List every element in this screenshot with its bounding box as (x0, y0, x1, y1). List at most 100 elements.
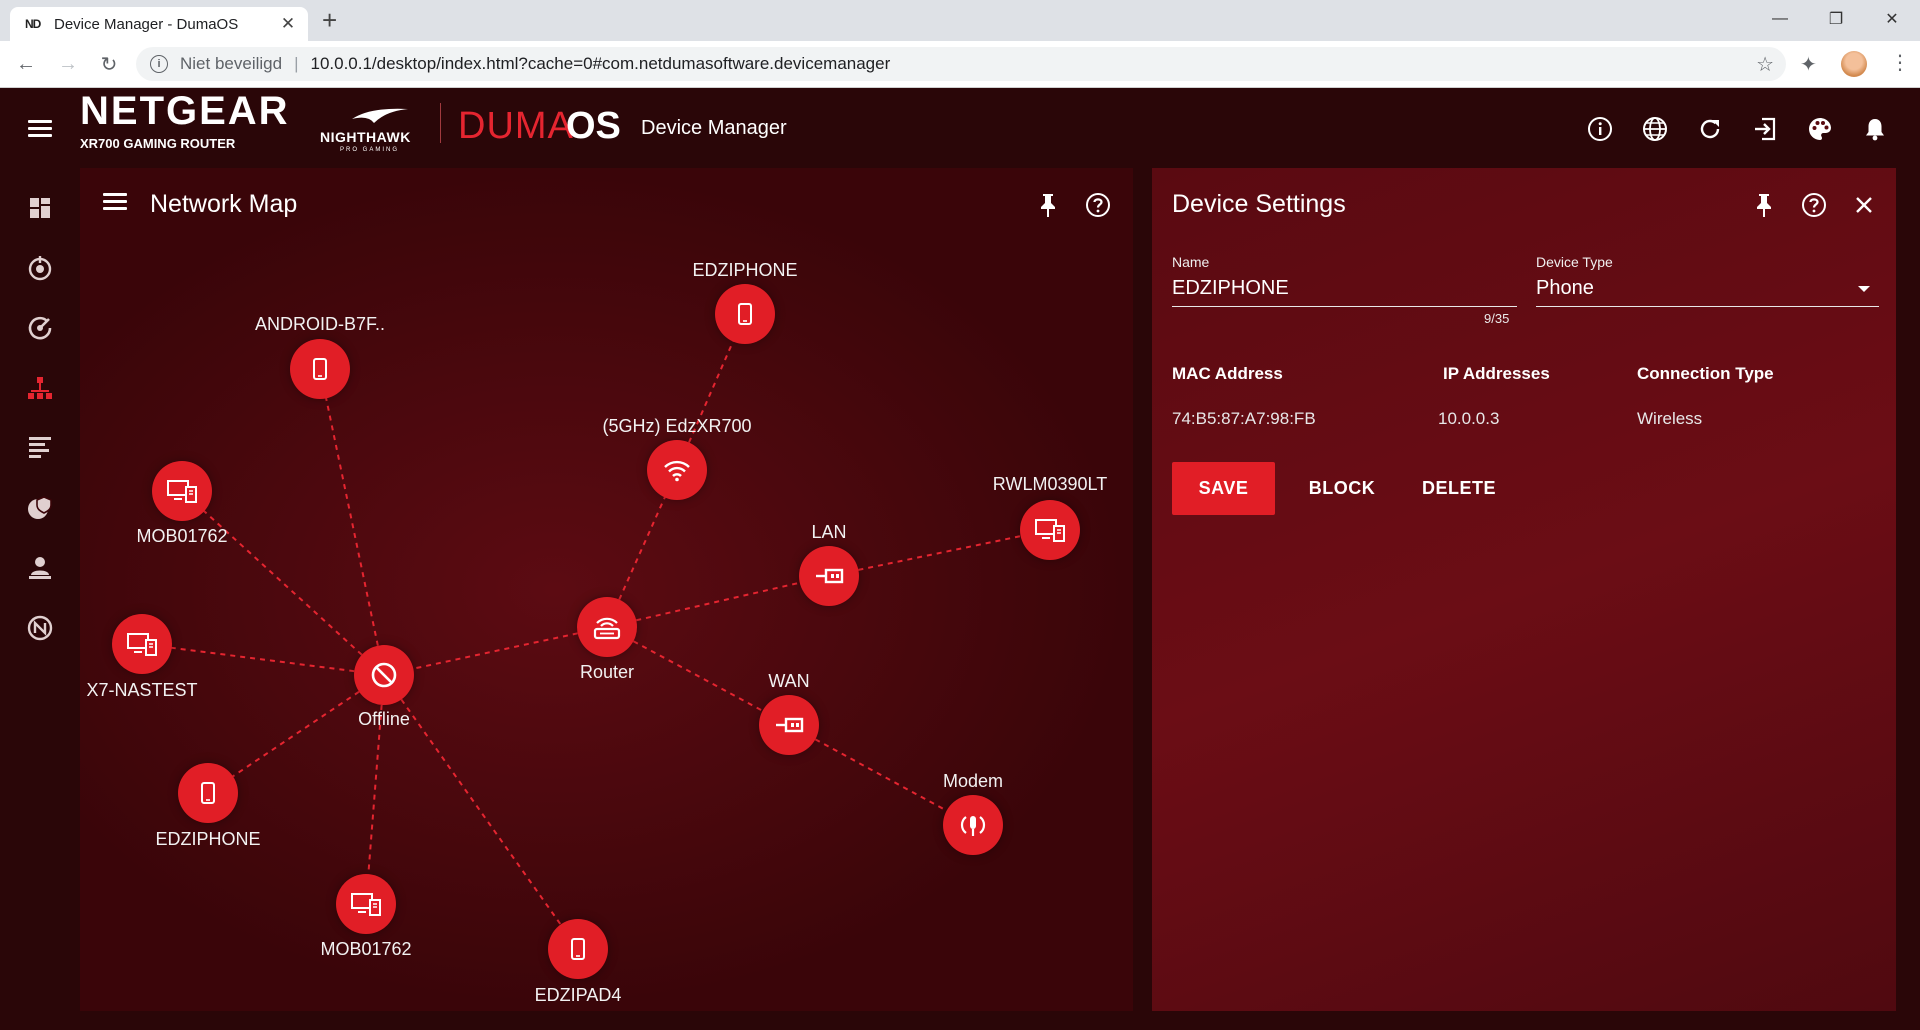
node-label: EDZIPAD4 (534, 985, 622, 1005)
info-icon[interactable] (1587, 116, 1613, 142)
node-label: MOB01762 (136, 526, 228, 546)
node-mob01762[interactable] (152, 461, 212, 521)
node-label: (5GHz) EdzXR700 (602, 416, 752, 436)
device-type-underline (1536, 306, 1879, 307)
browser-tab-strip: ND Device Manager - DumaOS ✕ + — ❐ ✕ (0, 0, 1920, 41)
name-input[interactable]: EDZIPHONE (1172, 277, 1289, 300)
close-icon[interactable] (1849, 190, 1879, 220)
node-wan[interactable] (759, 695, 819, 755)
profile-avatar[interactable] (1841, 51, 1867, 77)
ip-address-value: 10.0.0.3 (1438, 409, 1500, 428)
ping-heatmap-icon[interactable] (25, 553, 55, 583)
node-edziphone[interactable] (715, 284, 775, 344)
window-close-icon[interactable]: ✕ (1864, 0, 1920, 38)
help-icon[interactable] (1799, 190, 1829, 220)
brand-divider (440, 103, 441, 143)
geo-filter-icon[interactable] (25, 253, 55, 283)
node-access-point[interactable] (647, 440, 707, 500)
omnibox-divider: | (294, 54, 299, 73)
app-title: Device Manager (641, 117, 787, 139)
site-info-icon[interactable]: i (150, 55, 168, 73)
modem-icon (960, 816, 986, 836)
router-model: XR700 GAMING ROUTER (80, 136, 236, 151)
node-lan[interactable] (799, 546, 859, 606)
name-label: Name (1172, 254, 1210, 270)
back-icon[interactable]: ← (12, 50, 40, 78)
name-underline (1172, 306, 1517, 307)
node-edzipad4[interactable] (548, 919, 608, 979)
settings-title: Device Settings (1172, 190, 1346, 218)
pin-icon[interactable] (1749, 190, 1779, 220)
chevron-down-icon[interactable] (1858, 286, 1870, 292)
palette-icon[interactable] (1807, 116, 1833, 142)
mac-address-value: 74:B5:87:A7:98:FB (1172, 409, 1316, 428)
node-label: Modem (942, 771, 1004, 791)
node-mob01762-offline[interactable] (336, 874, 396, 934)
node-label: EDZIPHONE (692, 260, 798, 280)
refresh-icon[interactable] (1697, 116, 1723, 142)
computer-icon (1035, 519, 1065, 542)
device-settings-panel: Device Settings Name EDZIPHONE 9/35 Devi… (1152, 168, 1896, 1011)
device-type-label: Device Type (1536, 254, 1613, 270)
app-header: NETGEAR XR700 GAMING ROUTER NIGHTHAWK PR… (0, 89, 1920, 168)
node-router[interactable] (577, 597, 637, 657)
network-map-panel: Network Map EDZIPHONE ANDROID-B7F.. (5GH… (80, 168, 1133, 1011)
node-label: Router (579, 662, 635, 682)
node-x7-nastest[interactable] (112, 614, 172, 674)
node-label: LAN (811, 522, 847, 542)
security-icon[interactable] (25, 493, 55, 523)
logout-icon[interactable] (1752, 116, 1778, 142)
address-bar: ← → ↻ i Niet beveiligd | 10.0.0.1/deskto… (0, 41, 1920, 88)
block-button[interactable]: BLOCK (1292, 462, 1392, 515)
node-offline[interactable] (354, 645, 414, 705)
bookmark-star-icon[interactable]: ☆ (1756, 52, 1774, 77)
wifi-icon (664, 460, 690, 482)
node-label: RWLM0390LT (992, 474, 1108, 494)
minimize-icon[interactable]: — (1752, 0, 1808, 38)
node-label: WAN (768, 671, 810, 691)
url-text[interactable]: 10.0.0.1/desktop/index.html?cache=0#com.… (310, 54, 890, 74)
node-edziphone-offline[interactable] (178, 763, 238, 823)
ip-addresses-label: IP Addresses (1443, 364, 1550, 383)
reload-icon[interactable]: ↻ (95, 50, 123, 78)
node-label: EDZIPHONE (155, 829, 261, 849)
duma-logo-icon[interactable] (25, 613, 55, 643)
browser-tab[interactable]: ND Device Manager - DumaOS ✕ (10, 7, 308, 41)
connection-lines (141, 313, 1051, 950)
name-char-counter: 9/35 (1484, 311, 1510, 326)
qos-icon[interactable] (25, 313, 55, 343)
connection-type-value: Wireless (1637, 409, 1703, 428)
extensions-icon[interactable]: ✦ (1800, 52, 1817, 77)
dashboard-icon[interactable] (25, 193, 55, 223)
globe-icon[interactable] (1642, 116, 1668, 142)
new-tab-icon[interactable]: + (322, 6, 337, 34)
device-manager-icon[interactable] (25, 373, 55, 403)
os-logo: OS (566, 105, 621, 147)
phone-icon (313, 358, 327, 380)
ethernet-icon (816, 568, 844, 584)
node-android[interactable] (290, 339, 350, 399)
node-label: MOB01762 (320, 939, 412, 959)
main-menu-icon[interactable] (28, 120, 52, 138)
bell-icon[interactable] (1862, 116, 1888, 142)
ethernet-icon (776, 717, 804, 733)
delete-button[interactable]: DELETE (1409, 462, 1509, 515)
node-label: Offline (358, 709, 410, 729)
node-modem[interactable] (943, 795, 1003, 855)
netgear-logo: NETGEAR (80, 89, 290, 133)
computer-icon (127, 633, 157, 656)
node-rwlm0390lt[interactable] (1020, 500, 1080, 560)
tab-close-icon[interactable]: ✕ (276, 14, 300, 34)
computer-icon (167, 480, 197, 503)
computer-icon (351, 893, 381, 916)
save-button[interactable]: SAVE (1172, 462, 1275, 515)
omnibox[interactable]: i Niet beveiligd | 10.0.0.1/desktop/inde… (136, 47, 1786, 81)
device-type-select[interactable]: Phone (1536, 277, 1594, 300)
phone-icon (201, 782, 215, 804)
network-monitor-icon[interactable] (25, 433, 55, 463)
forward-icon[interactable]: → (54, 50, 82, 78)
browser-menu-icon[interactable]: ⋮ (1890, 50, 1910, 75)
phone-icon (738, 303, 752, 325)
duma-logo: DUMA (458, 105, 574, 147)
restore-icon[interactable]: ❐ (1808, 0, 1864, 38)
